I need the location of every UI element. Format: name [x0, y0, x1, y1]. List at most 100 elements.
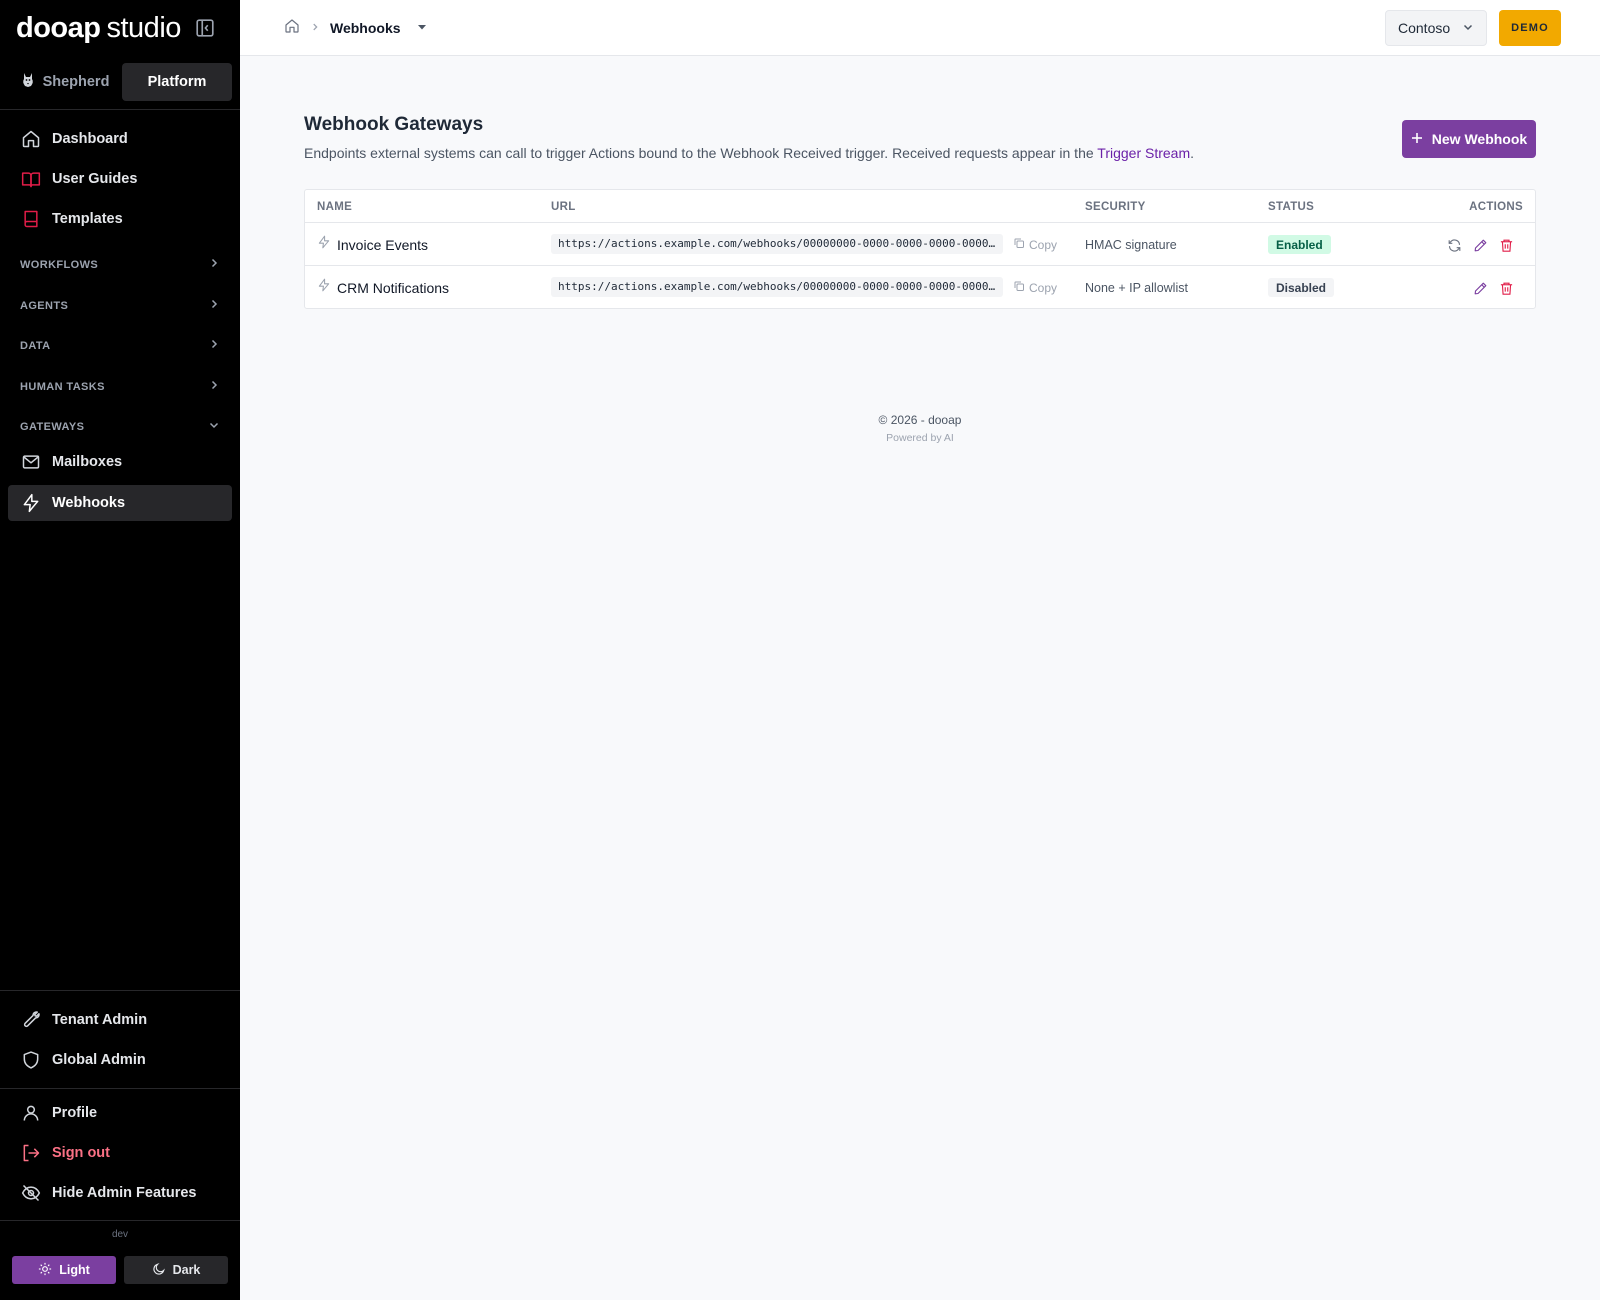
caret-down-icon[interactable] [417, 19, 427, 37]
chevron-right-icon [208, 337, 220, 355]
open-book-icon [20, 168, 42, 190]
refresh-icon[interactable] [1444, 235, 1464, 255]
column-header-security[interactable]: SECURITY [1085, 190, 1146, 223]
chevron-down-icon [208, 418, 220, 436]
trigger-stream-link[interactable]: Trigger Stream [1097, 145, 1190, 161]
section-workflows[interactable]: WORKFLOWS [8, 250, 232, 280]
powered-by-text: Powered by AI [886, 432, 954, 444]
sidebar-item-templates[interactable]: Templates [8, 201, 232, 237]
collapse-sidebar-icon[interactable] [194, 17, 216, 39]
theme-toggle: Light Dark [12, 1256, 228, 1284]
sidebar-item-webhooks[interactable]: Webhooks [8, 485, 232, 521]
sidebar-divider [0, 1088, 240, 1089]
chevron-right-icon [310, 19, 320, 37]
switch-shepherd-label: Shepherd [42, 74, 110, 90]
edit-icon[interactable] [1470, 235, 1490, 255]
sidebar-item-label: Profile [52, 1105, 98, 1121]
copy-icon [1013, 237, 1025, 252]
sidebar-item-profile[interactable]: Profile [8, 1095, 232, 1131]
lightning-icon [317, 235, 331, 254]
section-human-tasks[interactable]: HUMAN TASKS [8, 372, 232, 402]
switch-platform-button[interactable]: Platform [122, 63, 232, 101]
home-icon [20, 128, 42, 150]
light-theme-button[interactable]: Light [12, 1256, 116, 1284]
tenant-select-value: Contoso [1398, 20, 1451, 36]
column-header-name[interactable]: NAME [317, 190, 352, 223]
webhook-url[interactable]: https://actions.example.com/webhooks/000… [551, 234, 1003, 254]
section-label: HUMAN TASKS [20, 381, 105, 393]
trash-icon[interactable] [1496, 278, 1516, 298]
brand-name: dooap [16, 11, 101, 44]
webhook-security: HMAC signature [1085, 237, 1177, 252]
breadcrumb-current: Webhooks [330, 20, 401, 36]
copy-icon [1013, 280, 1025, 295]
status-badge: Enabled [1268, 235, 1331, 254]
status-cell: Disabled [1268, 266, 1335, 309]
copy-label: Copy [1029, 237, 1058, 252]
status-cell: Enabled [1268, 223, 1331, 266]
tenant-select[interactable]: Contoso [1385, 10, 1487, 46]
trash-icon[interactable] [1496, 235, 1516, 255]
edit-icon[interactable] [1470, 278, 1490, 298]
section-label: WORKFLOWS [20, 259, 99, 271]
lightning-icon [20, 492, 42, 514]
section-label: DATA [20, 340, 51, 352]
home-icon[interactable] [284, 18, 300, 39]
brand-suffix: studio [106, 11, 182, 44]
environment-label: dev [111, 1229, 129, 1240]
sidebar-divider [0, 109, 240, 110]
dark-theme-label: Dark [172, 1263, 201, 1277]
page-description-text: Endpoints external systems can call to t… [304, 145, 1098, 161]
sidebar-item-sign-out[interactable]: Sign out [8, 1135, 232, 1171]
new-webhook-label: New Webhook [1431, 131, 1528, 147]
page-description: Endpoints external systems can call to t… [304, 145, 1194, 161]
column-header-status[interactable]: STATUS [1268, 190, 1314, 223]
breadcrumb: Webhooks [284, 17, 427, 39]
sidebar-item-dashboard[interactable]: Dashboard [8, 121, 232, 157]
column-header-actions: ACTIONS [1469, 200, 1523, 213]
new-webhook-button[interactable]: New Webhook [1402, 120, 1536, 158]
copy-url-button[interactable]: Copy [1013, 223, 1057, 266]
chevron-right-icon [208, 256, 220, 274]
status-badge: Disabled [1268, 278, 1335, 297]
sun-icon [38, 1262, 52, 1279]
brand-logo[interactable]: dooap studio [16, 10, 181, 46]
page-description-end: . [1190, 145, 1195, 161]
sidebar-item-tenant-admin[interactable]: Tenant Admin [8, 1002, 232, 1038]
page-title: Webhook Gateways [304, 114, 484, 135]
chevron-down-icon [1462, 20, 1474, 36]
app-switcher: Shepherd Platform [8, 63, 232, 101]
table-row[interactable]: CRM Notifications https://actions.exampl… [305, 265, 1535, 308]
sidebar-divider [0, 1220, 240, 1221]
switch-shepherd-button[interactable]: Shepherd [8, 63, 122, 101]
sidebar-item-mailboxes[interactable]: Mailboxes [8, 444, 232, 480]
sign-out-icon [20, 1142, 42, 1164]
switch-platform-label: Platform [147, 74, 207, 90]
book-icon [20, 208, 42, 230]
chevron-right-icon [208, 297, 220, 315]
chevron-right-icon [208, 378, 220, 396]
sidebar-item-hide-admin[interactable]: Hide Admin Features [8, 1175, 232, 1211]
copy-label: Copy [1029, 280, 1058, 295]
moon-icon [152, 1262, 166, 1279]
webhook-name: Invoice Events [337, 236, 429, 253]
section-gateways[interactable]: GATEWAYS [8, 412, 232, 442]
top-bar: Webhooks Contoso DEMO [240, 0, 1600, 56]
sidebar-item-user-guides[interactable]: User Guides [8, 161, 232, 197]
sidebar-item-label: Sign out [52, 1145, 110, 1161]
sidebar-item-label: Hide Admin Features [52, 1185, 197, 1201]
webhook-name: CRM Notifications [337, 279, 450, 296]
lightning-icon [317, 278, 331, 297]
table-row[interactable]: Invoice Events https://actions.example.c… [305, 222, 1535, 265]
plus-icon [1411, 131, 1423, 147]
section-agents[interactable]: AGENTS [8, 291, 232, 321]
sidebar-item-global-admin[interactable]: Global Admin [8, 1042, 232, 1078]
webhook-url[interactable]: https://actions.example.com/webhooks/000… [551, 277, 1003, 297]
copyright-text: © 2026 - dooap [878, 413, 962, 427]
light-theme-label: Light [59, 1263, 90, 1277]
sidebar-item-label: Mailboxes [52, 454, 123, 470]
dark-theme-button[interactable]: Dark [124, 1256, 228, 1284]
column-header-url[interactable]: URL [551, 190, 576, 223]
copy-url-button[interactable]: Copy [1013, 266, 1057, 309]
section-data[interactable]: DATA [8, 331, 232, 361]
